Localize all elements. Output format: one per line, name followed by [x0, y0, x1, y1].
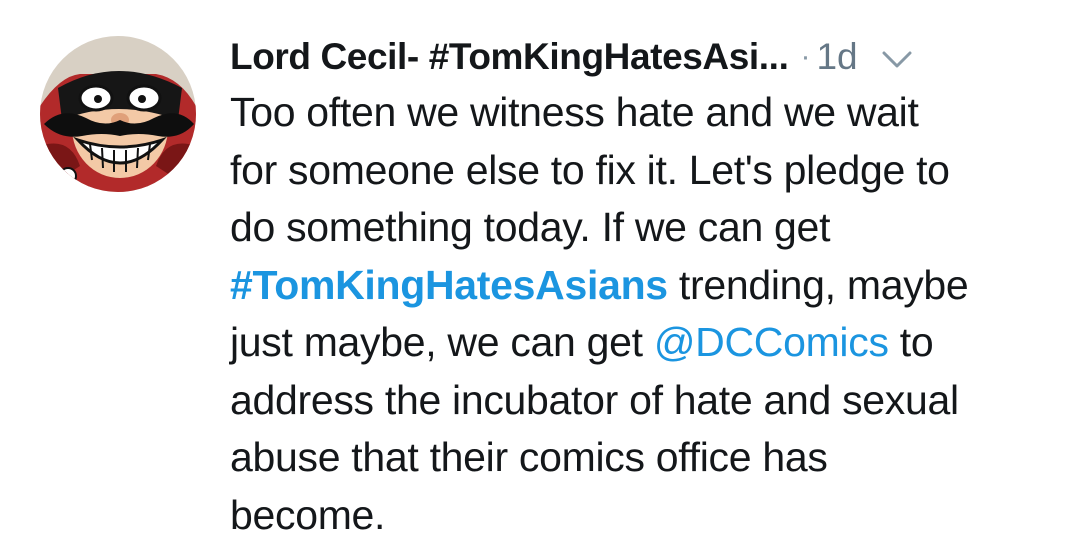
tweet-text-line: do something today. If we can get	[230, 204, 831, 250]
tweet-text-fragment: just maybe, we can get	[230, 319, 654, 365]
chevron-down-icon[interactable]	[880, 49, 914, 71]
tweet-text-fragment: to	[888, 319, 934, 365]
avatar[interactable]	[40, 36, 196, 192]
display-name[interactable]: Lord Cecil- #TomKingHatesAsi...	[230, 36, 789, 78]
tweet-text-line: #TomKingHatesAsians trending, maybe	[230, 257, 1060, 315]
mention-link[interactable]: @DCComics	[654, 319, 889, 365]
timestamp[interactable]: 1d	[816, 36, 857, 78]
tweet-text: Too often we witness hate and we wait fo…	[230, 84, 1060, 544]
tweet-text-line: address the incubator of hate and sexual	[230, 376, 959, 423]
tweet-text-fragment: trending, maybe	[667, 261, 969, 308]
avatar-image	[40, 36, 196, 192]
tweet-text-line: Too often we witness hate and we wait	[230, 89, 919, 135]
tweet-text-line: abuse that their comics office has	[230, 434, 828, 480]
hashtag-link[interactable]: #TomKingHatesAsians	[230, 262, 668, 308]
tweet-text-line: just maybe, we can get @DCComics to	[230, 314, 1060, 372]
tweet-text-line: for someone else to fix it. Let's pledge…	[230, 146, 950, 193]
tweet-header: Lord Cecil- #TomKingHatesAsi... · 1d	[230, 32, 1060, 82]
separator-dot: ·	[800, 40, 811, 73]
tweet-text-line: become.	[230, 491, 386, 538]
